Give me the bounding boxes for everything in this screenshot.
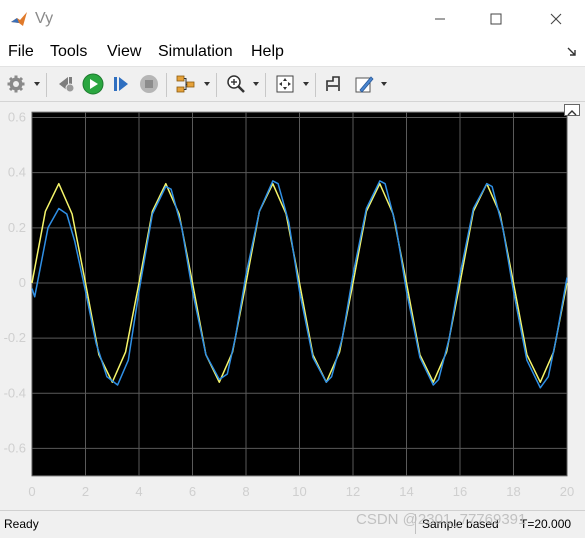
x-tick-label: 0	[28, 484, 35, 499]
fit-to-view-button[interactable]	[273, 72, 297, 96]
scope-plot[interactable]: 0 2 4 6 8 10 12 14 16 18 20 -0.6 -0.4 -0.2 0 0.2 0.4 0.6	[0, 102, 585, 510]
status-ready-text: Ready	[4, 517, 39, 531]
stop-button[interactable]	[137, 72, 161, 96]
watermark-text: CSDN @2301_77769391	[356, 511, 527, 528]
zoom-in-icon	[227, 75, 245, 93]
chevron-down-icon[interactable]	[380, 80, 388, 88]
chevron-down-icon[interactable]	[252, 80, 260, 88]
x-tick-label: 2	[82, 484, 89, 499]
chevron-down-icon[interactable]	[302, 80, 310, 88]
maximize-button[interactable]	[467, 0, 525, 38]
toolbar-divider	[315, 73, 316, 97]
window-title: Vy	[35, 10, 54, 27]
dock-arrow-icon[interactable]	[566, 46, 578, 58]
menu-help[interactable]: Help	[251, 43, 284, 61]
y-tick-label: -0.2	[4, 330, 26, 345]
scope-display[interactable]: 0 2 4 6 8 10 12 14 16 18 20 -0.6 -0.4 -0.2 0 0.2 0.4 0.6	[0, 102, 585, 510]
fit-to-view-icon	[276, 75, 294, 93]
highlight-block-icon	[176, 75, 195, 93]
toolbar-divider	[166, 73, 167, 97]
x-tick-label: 20	[560, 484, 574, 499]
zoom-button[interactable]	[224, 72, 248, 96]
status-bar: Ready Sample based T=20.000 CSDN @2301_7…	[0, 510, 585, 538]
x-tick-label: 14	[399, 484, 413, 499]
close-button[interactable]	[527, 0, 585, 38]
style-button[interactable]	[352, 72, 376, 96]
highlight-block-button[interactable]	[174, 72, 198, 96]
cursor-measurements-button[interactable]	[322, 72, 346, 96]
minimize-icon	[435, 18, 445, 20]
x-tick-label: 8	[242, 484, 249, 499]
style-icon	[355, 76, 374, 93]
toolbar-divider	[46, 73, 47, 97]
y-tick-label: -0.6	[4, 440, 26, 455]
x-tick-label: 4	[135, 484, 142, 499]
stop-icon	[140, 75, 158, 93]
menu-tools[interactable]: Tools	[50, 43, 87, 61]
matlab-app-icon	[9, 9, 29, 29]
chevron-down-icon[interactable]	[203, 80, 211, 88]
configuration-button[interactable]	[4, 72, 28, 96]
menu-simulation[interactable]: Simulation	[158, 43, 233, 61]
expand-icon	[567, 110, 577, 116]
toolbar	[0, 66, 585, 102]
title-bar: Vy	[0, 0, 585, 38]
y-tick-label: 0.4	[8, 165, 26, 180]
gear-icon	[7, 75, 25, 93]
x-tick-label: 12	[346, 484, 360, 499]
y-tick-label: -0.4	[4, 385, 26, 400]
toolbar-divider	[216, 73, 217, 97]
status-sim-time: T=20.000	[520, 517, 572, 531]
x-tick-label: 16	[453, 484, 467, 499]
menu-file[interactable]: File	[8, 43, 34, 61]
run-button[interactable]	[81, 72, 105, 96]
y-tick-label: 0	[19, 275, 26, 290]
maximize-icon	[490, 13, 502, 25]
minimize-button[interactable]	[411, 0, 469, 38]
x-tick-label: 10	[292, 484, 306, 499]
step-forward-button[interactable]	[109, 72, 133, 96]
run-icon	[82, 73, 104, 95]
y-tick-label: 0.2	[8, 220, 26, 235]
close-icon	[550, 13, 562, 25]
menu-bar: File Tools View Simulation Help	[0, 38, 585, 66]
toolbar-divider	[265, 73, 266, 97]
cursor-measure-icon	[326, 76, 340, 91]
step-back-button[interactable]	[54, 72, 78, 96]
expand-plot-button[interactable]	[564, 104, 580, 116]
x-tick-label: 6	[189, 484, 196, 499]
y-tick-label: 0.6	[8, 110, 26, 125]
step-forward-icon	[114, 77, 128, 91]
step-back-icon	[59, 77, 75, 93]
menu-view[interactable]: View	[107, 43, 141, 61]
chevron-down-icon[interactable]	[33, 80, 41, 88]
x-tick-label: 18	[506, 484, 520, 499]
